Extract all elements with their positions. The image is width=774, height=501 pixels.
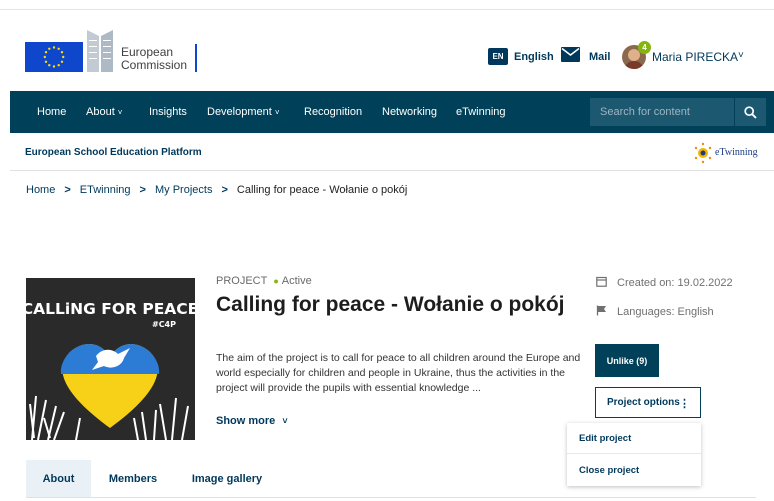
project-type-status: PROJECT ● Active [216, 275, 312, 287]
notification-badge[interactable]: 4 [638, 41, 651, 54]
nav-label: eTwinning [456, 106, 506, 118]
tabs-divider [26, 497, 756, 498]
nav-label: About [86, 106, 115, 118]
menu-item-edit-project[interactable]: Edit project [567, 423, 701, 454]
search-input[interactable] [590, 98, 734, 126]
chevron-down-icon[interactable]: ˅ [738, 50, 744, 61]
poster-hashtag: #C4P [152, 320, 176, 329]
etwinning-logo-icon [694, 142, 712, 164]
ec-logo-text: European Commission [121, 46, 187, 72]
platform-bar: European School Education Platform eTwin… [10, 134, 774, 171]
status-badge: Active [281, 275, 312, 287]
breadcrumb-separator: > [221, 184, 228, 196]
european-commission-logo[interactable]: European Commission [25, 28, 200, 74]
berlaymont-icon [87, 30, 113, 72]
created-date-text: Created on: 19.02.2022 [617, 277, 733, 289]
project-options-menu: Edit project Close project [567, 423, 701, 486]
nav-item-recognition[interactable]: Recognition [304, 106, 362, 118]
breadcrumb-current: Calling for peace - Wołanie o pokój [236, 184, 408, 196]
unlike-button[interactable]: Unlike (9) [595, 344, 659, 377]
nav-item-development[interactable]: Development ˅ [207, 106, 280, 118]
project-options-button[interactable]: Project options ⋮ [595, 387, 701, 418]
show-more-button[interactable]: Show more ˅ [216, 415, 288, 427]
language-selector[interactable]: English [514, 51, 554, 63]
breadcrumb-separator: > [139, 184, 146, 196]
search-button[interactable] [734, 98, 766, 126]
tab-image-gallery[interactable]: Image gallery [186, 460, 268, 498]
platform-title[interactable]: European School Education Platform [25, 147, 202, 158]
nav-label: Development [207, 106, 272, 118]
avatar-body [624, 61, 644, 69]
etwinning-logo[interactable]: eTwinning [693, 142, 768, 164]
poster-title: CALLiNG FOR PEACE [26, 300, 195, 318]
nav-item-networking[interactable]: Networking [382, 106, 437, 118]
chevron-down-icon: ˅ [117, 108, 123, 117]
nav-label: Recognition [304, 106, 363, 118]
peace-poster-image: CALLiNG FOR PEACE #C4P [26, 278, 195, 440]
languages-text: Languages: English [617, 306, 714, 318]
breadcrumb-home[interactable]: Home [26, 184, 55, 196]
tab-members[interactable]: Members [98, 460, 168, 498]
search-icon [744, 105, 757, 119]
status-dot-icon: ● [273, 276, 279, 286]
search-field[interactable] [590, 98, 734, 126]
nav-item-etwinning[interactable]: eTwinning [456, 106, 506, 118]
nav-item-insights[interactable]: Insights [149, 106, 187, 118]
project-image: CALLiNG FOR PEACE #C4P [26, 278, 195, 440]
nav-item-home[interactable]: Home [37, 106, 66, 118]
top-border [0, 0, 774, 10]
nav-label: Networking [382, 106, 438, 118]
language-code-badge[interactable]: EN [488, 48, 508, 65]
show-more-label: Show more [216, 415, 276, 427]
languages: Languages: English [596, 305, 714, 318]
etwinning-logo-text: eTwinning [715, 147, 758, 158]
nav-label: Home [37, 106, 67, 118]
user-menu[interactable]: Maria PIRECKA [652, 50, 738, 64]
eu-flag-icon [25, 42, 83, 72]
kebab-menu-icon: ⋮ [679, 398, 690, 410]
breadcrumb-separator: > [64, 184, 71, 196]
tab-about[interactable]: About [26, 460, 91, 498]
breadcrumb: Home > ETwinning > My Projects > Calling for p… [26, 184, 407, 196]
mail-icon[interactable] [561, 47, 580, 62]
created-date: Created on: 19.02.2022 [596, 276, 733, 289]
nav-label: Insights [149, 106, 187, 118]
mail-link[interactable]: Mail [589, 51, 610, 63]
flag-icon [596, 305, 606, 316]
ec-logo-line2: Commission [121, 58, 188, 72]
nav-item-about[interactable]: About ˅ [86, 106, 122, 118]
calendar-icon [596, 276, 607, 287]
menu-item-close-project[interactable]: Close project [567, 455, 701, 486]
chevron-down-icon: ˅ [274, 108, 280, 117]
project-options-label: Project options [607, 397, 680, 408]
project-description: The aim of the project is to call for pe… [216, 352, 581, 394]
page-title: Calling for peace - Wołanie o pokój [216, 293, 565, 316]
main-navigation: Home About ˅ Insights Development ˅ Recogn… [10, 91, 774, 133]
breadcrumb-etwinning[interactable]: ETwinning [80, 184, 131, 196]
ec-logo-divider [195, 44, 197, 72]
project-type-label: PROJECT [216, 275, 268, 287]
chevron-down-icon: ˅ [282, 416, 288, 426]
breadcrumb-my-projects[interactable]: My Projects [155, 184, 212, 196]
